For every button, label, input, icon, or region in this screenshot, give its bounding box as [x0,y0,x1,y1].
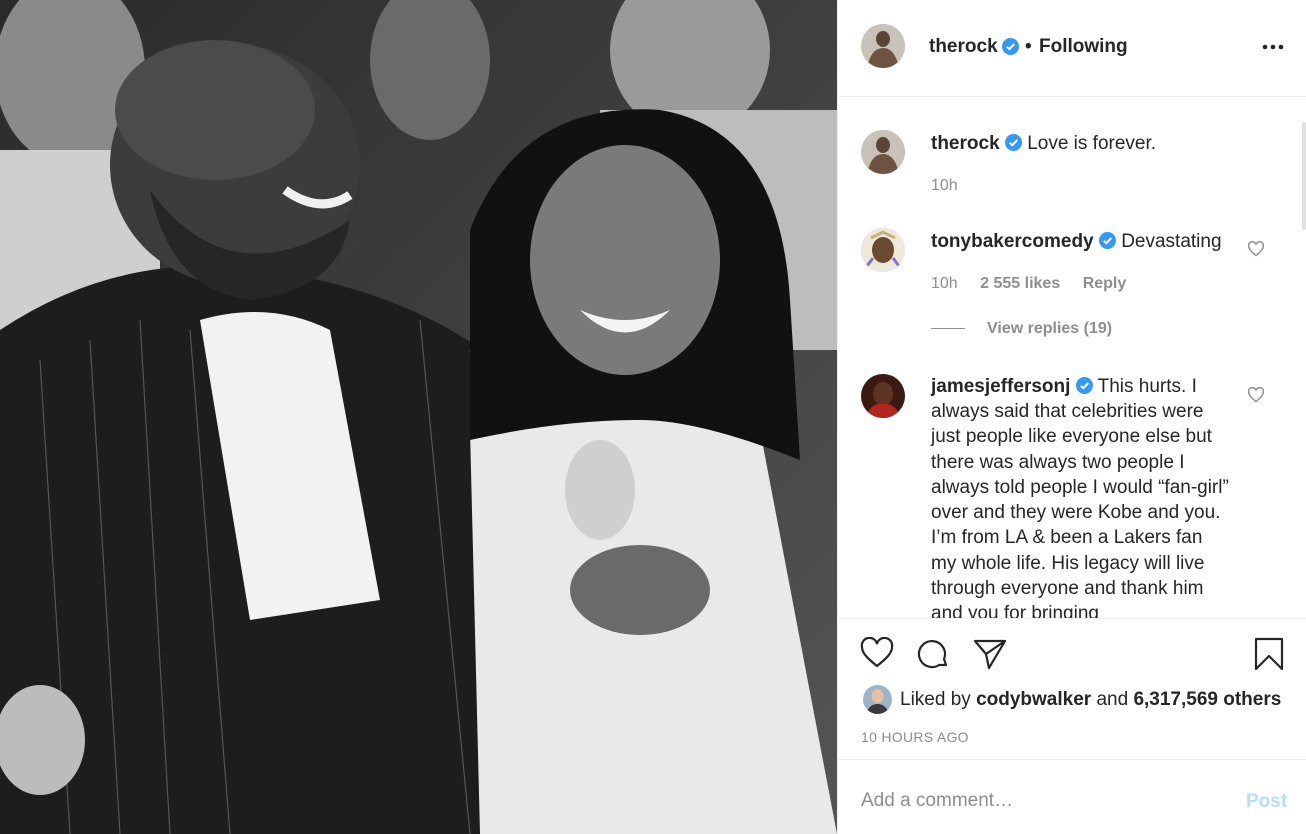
commenter-avatar[interactable] [861,374,905,418]
comment-text-first: This hurts. I [1097,376,1197,397]
add-comment-bar: Post [838,759,1306,834]
comment-username[interactable]: jamesjeffersonj [931,376,1070,397]
caption-meta: 10h [931,177,976,195]
comment-input[interactable] [861,786,1221,816]
caption-avatar[interactable] [861,130,905,174]
view-replies-button[interactable]: View replies (19) [931,320,1112,338]
liker-avatar[interactable] [863,685,892,714]
comment-username[interactable]: tonybakercomedy [931,231,1094,252]
caption-line: therock Love is forever. [931,131,1156,156]
post-timestamp[interactable]: 10 HOURS AGO [861,729,969,745]
comment-time[interactable]: 10h [931,275,958,292]
commenter-avatar[interactable] [861,228,905,272]
share-icon[interactable] [973,637,1007,671]
post-sidebar: therock • Following therock Love is fore… [837,0,1306,834]
comment-line: jamesjeffersonj This hurts. I [931,374,1231,399]
comment-likes[interactable]: 2 555 likes [980,275,1060,292]
reply-button[interactable]: Reply [1083,275,1127,292]
verified-badge-icon [1075,377,1093,394]
post-comment-button[interactable]: Post [1246,791,1287,813]
caption-text: Love is forever. [1027,133,1157,154]
more-options-icon[interactable] [1258,36,1288,58]
comment-like-icon[interactable] [1247,240,1265,257]
post-photo-illustration [0,0,837,834]
post-header: therock • Following [838,0,1306,97]
comments-list[interactable]: therock Love is forever. 10h tonybakerco… [838,98,1306,618]
comment-text-rest: always said that celebrities were just p… [931,401,1229,618]
verified-badge-icon [1002,38,1019,55]
likes-prefix: Liked by [900,689,971,710]
comment-icon[interactable] [917,637,951,671]
follow-separator: • [1025,36,1032,57]
comment-text: Devastating [1121,231,1222,252]
comment-meta: 10h 2 555 likes Reply [931,275,1144,293]
caption-username[interactable]: therock [931,133,1000,154]
replies-divider [931,328,965,330]
following-button[interactable]: Following [1039,36,1128,58]
likes-others[interactable]: 6,317,569 others [1133,689,1281,710]
likes-conjunction: and [1096,689,1129,710]
caption-time[interactable]: 10h [931,177,958,194]
post-photo[interactable] [0,0,837,834]
view-replies-label: View replies (19) [987,320,1113,337]
comment-line: tonybakercomedy Devastating [931,229,1222,254]
comments-scrollbar[interactable] [1302,122,1306,230]
liker-username[interactable]: codybwalker [976,689,1091,710]
post-actions: Liked by codybwalker and 6,317,569 other… [838,618,1306,759]
author-username[interactable]: therock [929,36,998,58]
author-avatar[interactable] [861,24,905,68]
comment-like-icon[interactable] [1247,386,1265,403]
likes-text: Liked by codybwalker and 6,317,569 other… [900,689,1281,711]
verified-badge-icon [1098,232,1116,249]
bookmark-icon[interactable] [1252,637,1286,671]
verified-badge-icon [1004,134,1022,151]
heart-icon[interactable] [860,636,894,671]
